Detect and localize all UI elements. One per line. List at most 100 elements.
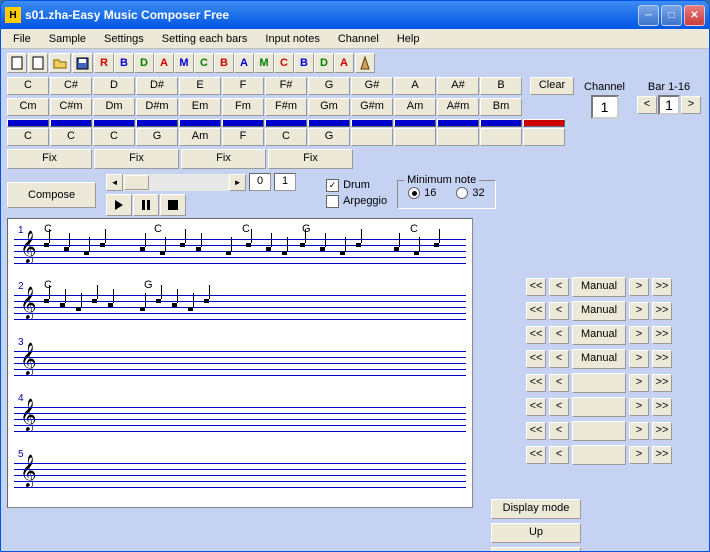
fix-button-2[interactable]: Fix <box>94 149 179 169</box>
menu-sample[interactable]: Sample <box>41 31 94 47</box>
nav-first-4[interactable]: << <box>526 374 546 392</box>
chord-major-g[interactable]: G <box>308 77 350 95</box>
slot-chord-9[interactable] <box>394 128 436 146</box>
pattern-button-8[interactable]: M <box>254 53 274 73</box>
pattern-button-12[interactable]: A <box>334 53 354 73</box>
compose-button[interactable]: Compose <box>7 182 96 208</box>
chord-minor-csharpm[interactable]: C#m <box>50 98 92 116</box>
manual-button-2[interactable]: Manual <box>572 325 626 345</box>
nav-last-0[interactable]: >> <box>652 278 672 296</box>
slot-chord-1[interactable]: C <box>50 128 92 146</box>
nav-first-2[interactable]: << <box>526 326 546 344</box>
nav-last-7[interactable]: >> <box>652 446 672 464</box>
slot-chord-8[interactable] <box>351 128 393 146</box>
menu-channel[interactable]: Channel <box>330 31 387 47</box>
chord-minor-asharpm[interactable]: A#m <box>437 98 479 116</box>
chord-major-gsharp[interactable]: G# <box>351 77 393 95</box>
pattern-button-10[interactable]: B <box>294 53 314 73</box>
clear-button[interactable]: Clear <box>530 77 574 95</box>
chord-minor-em[interactable]: Em <box>179 98 221 116</box>
chord-minor-cm[interactable]: Cm <box>7 98 49 116</box>
bar-prev-button[interactable]: < <box>637 96 657 114</box>
menu-settings[interactable]: Settings <box>96 31 152 47</box>
chord-major-d[interactable]: D <box>93 77 135 95</box>
slot-chord-12[interactable] <box>523 128 565 146</box>
nav-last-1[interactable]: >> <box>652 302 672 320</box>
chord-major-f[interactable]: F <box>222 77 264 95</box>
pattern-button-9[interactable]: C <box>274 53 294 73</box>
menu-file[interactable]: File <box>5 31 39 47</box>
manual-button-7[interactable] <box>572 445 626 465</box>
nav-next-4[interactable]: > <box>629 374 649 392</box>
nav-next-0[interactable]: > <box>629 278 649 296</box>
chord-minor-dsharpm[interactable]: D#m <box>136 98 178 116</box>
slot-chord-6[interactable]: C <box>265 128 307 146</box>
chord-major-c[interactable]: C <box>7 77 49 95</box>
nav-prev-6[interactable]: < <box>549 422 569 440</box>
nav-prev-4[interactable]: < <box>549 374 569 392</box>
nav-prev-3[interactable]: < <box>549 350 569 368</box>
nav-prev-2[interactable]: < <box>549 326 569 344</box>
scroll-right-icon[interactable]: ► <box>229 174 246 191</box>
nav-next-1[interactable]: > <box>629 302 649 320</box>
pattern-button-2[interactable]: D <box>134 53 154 73</box>
slot-chord-7[interactable]: G <box>308 128 350 146</box>
nav-first-6[interactable]: << <box>526 422 546 440</box>
chord-minor-gsharpm[interactable]: G#m <box>351 98 393 116</box>
new-doc-icon[interactable] <box>28 53 48 73</box>
nav-next-3[interactable]: > <box>629 350 649 368</box>
new-blank-icon[interactable] <box>7 53 27 73</box>
nav-first-0[interactable]: << <box>526 278 546 296</box>
display-mode-button[interactable]: Display mode <box>491 499 581 519</box>
slot-chord-5[interactable]: F <box>222 128 264 146</box>
menu-help[interactable]: Help <box>389 31 428 47</box>
fix-button-4[interactable]: Fix <box>268 149 353 169</box>
manual-button-4[interactable] <box>572 373 626 393</box>
chord-minor-fm[interactable]: Fm <box>222 98 264 116</box>
pattern-button-1[interactable]: B <box>114 53 134 73</box>
down-button[interactable]: Down <box>491 547 581 552</box>
nav-first-1[interactable]: << <box>526 302 546 320</box>
nav-last-6[interactable]: >> <box>652 422 672 440</box>
min-note-16-radio[interactable] <box>408 187 420 199</box>
pattern-button-4[interactable]: M <box>174 53 194 73</box>
nav-first-7[interactable]: << <box>526 446 546 464</box>
nav-last-2[interactable]: >> <box>652 326 672 344</box>
pattern-button-3[interactable]: A <box>154 53 174 73</box>
nav-last-4[interactable]: >> <box>652 374 672 392</box>
slot-chord-3[interactable]: G <box>136 128 178 146</box>
slot-chord-10[interactable] <box>437 128 479 146</box>
minimize-button[interactable]: ─ <box>638 5 659 26</box>
nav-next-7[interactable]: > <box>629 446 649 464</box>
fix-button-3[interactable]: Fix <box>181 149 266 169</box>
manual-button-5[interactable] <box>572 397 626 417</box>
nav-prev-5[interactable]: < <box>549 398 569 416</box>
min-note-32-radio[interactable] <box>456 187 468 199</box>
chord-major-a[interactable]: A <box>394 77 436 95</box>
open-icon[interactable] <box>49 53 71 73</box>
pause-button[interactable] <box>133 194 159 216</box>
nav-prev-1[interactable]: < <box>549 302 569 320</box>
nav-next-6[interactable]: > <box>629 422 649 440</box>
nav-prev-0[interactable]: < <box>549 278 569 296</box>
nav-next-5[interactable]: > <box>629 398 649 416</box>
scroll-left-icon[interactable]: ◄ <box>106 174 123 191</box>
nav-first-3[interactable]: << <box>526 350 546 368</box>
slot-chord-2[interactable]: C <box>93 128 135 146</box>
nav-prev-7[interactable]: < <box>549 446 569 464</box>
maximize-button[interactable]: □ <box>661 5 682 26</box>
manual-button-1[interactable]: Manual <box>572 301 626 321</box>
play-button[interactable] <box>106 194 132 216</box>
manual-button-3[interactable]: Manual <box>572 349 626 369</box>
nav-next-2[interactable]: > <box>629 326 649 344</box>
pattern-button-6[interactable]: B <box>214 53 234 73</box>
nav-last-5[interactable]: >> <box>652 398 672 416</box>
slot-chord-11[interactable] <box>480 128 522 146</box>
stop-button[interactable] <box>160 194 186 216</box>
chord-minor-dm[interactable]: Dm <box>93 98 135 116</box>
bar-next-button[interactable]: > <box>681 96 701 114</box>
close-button[interactable]: ✕ <box>684 5 705 26</box>
manual-button-6[interactable] <box>572 421 626 441</box>
pattern-button-0[interactable]: R <box>94 53 114 73</box>
slot-chord-4[interactable]: Am <box>179 128 221 146</box>
